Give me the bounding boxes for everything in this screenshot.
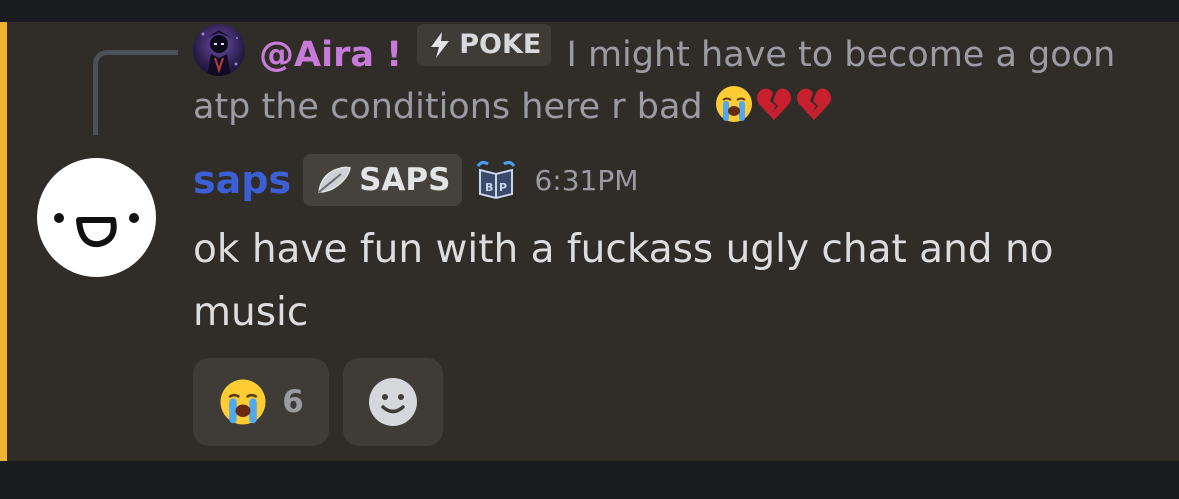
- bottom-divider: [0, 461, 1179, 499]
- svg-text:B: B: [485, 181, 493, 194]
- loudly-crying-face-icon: [714, 84, 754, 139]
- author-name[interactable]: saps: [193, 158, 291, 202]
- reply-author-name[interactable]: @Aira !: [259, 35, 402, 75]
- message-header: saps SAPS B P 6:31PM: [193, 152, 638, 208]
- role-tag-label: SAPS: [359, 162, 451, 198]
- mention-highlight-bar: [0, 22, 7, 461]
- reply-author-tag[interactable]: POKE: [417, 24, 552, 66]
- bp-book-icon[interactable]: B P: [474, 158, 518, 202]
- add-reaction-button[interactable]: [343, 358, 443, 446]
- loudly-crying-face-icon: [220, 379, 266, 425]
- chat-message[interactable]: @Aira ! POKE I might have to become a go…: [0, 22, 1179, 461]
- broken-heart-icon: [794, 84, 834, 139]
- lightning-icon: [431, 32, 450, 58]
- top-divider: [0, 0, 1179, 22]
- smiling-face-avatar-icon: [54, 213, 139, 248]
- svg-text:P: P: [499, 181, 507, 194]
- message-timestamp: 6:31PM: [534, 163, 639, 197]
- author-role-tag[interactable]: SAPS: [303, 154, 463, 206]
- reply-spine: [93, 50, 178, 135]
- reply-tag-label: POKE: [459, 29, 542, 60]
- smiley-face-icon: [369, 378, 417, 426]
- reaction-loudly-crying[interactable]: 6: [193, 358, 329, 446]
- message-content: ok have fun with a fuckass ugly chat and…: [193, 227, 1054, 335]
- author-avatar[interactable]: [37, 158, 156, 277]
- reply-preview[interactable]: @Aira ! POKE I might have to become a go…: [193, 24, 1153, 139]
- feather-icon: [318, 166, 351, 193]
- broken-heart-icon: [754, 84, 794, 139]
- reaction-count: 6: [282, 384, 304, 420]
